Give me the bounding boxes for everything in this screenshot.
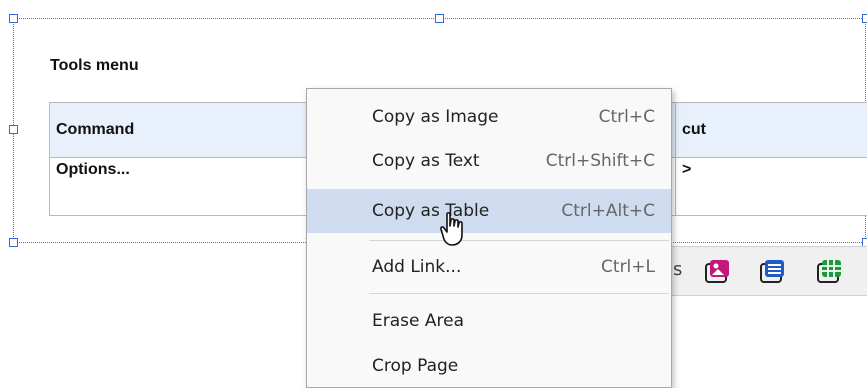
document-heading: Tools menu [50, 57, 139, 75]
menu-item-copy-as-text[interactable]: Copy as Text Ctrl+Shift+C [307, 139, 671, 183]
menu-item-label: Copy as Text [372, 151, 480, 171]
menu-item-add-link[interactable]: Add Link... Ctrl+L [307, 245, 671, 289]
menu-item-shortcut: Ctrl+Alt+C [561, 201, 655, 221]
table-icon[interactable] [815, 257, 843, 285]
cell-shortcut: > [676, 158, 867, 216]
resize-handle-bottom-left[interactable] [9, 238, 18, 247]
header-shortcut: cut [676, 103, 867, 158]
resize-handle-top-right[interactable] [862, 14, 867, 23]
context-menu: Copy as Image Ctrl+C Copy as Text Ctrl+S… [306, 88, 672, 388]
menu-item-crop-page[interactable]: Crop Page [307, 344, 671, 388]
menu-item-shortcut: Ctrl+L [601, 257, 655, 277]
menu-item-copy-as-table[interactable]: Copy as Table Ctrl+Alt+C [307, 189, 671, 233]
menu-item-copy-as-image[interactable]: Copy as Image Ctrl+C [307, 95, 671, 139]
floating-toolbar: s [640, 246, 867, 296]
header-command: Command [50, 103, 321, 158]
menu-item-label: Add Link... [372, 257, 461, 277]
menu-item-shortcut: Ctrl+C [599, 107, 655, 127]
menu-item-label: Crop Page [372, 356, 458, 376]
menu-item-label: Copy as Table [372, 201, 489, 221]
resize-handle-middle-left[interactable] [9, 125, 18, 134]
menu-item-shortcut: Ctrl+Shift+C [546, 151, 655, 171]
resize-handle-top-left[interactable] [9, 14, 18, 23]
menu-item-label: Erase Area [372, 311, 464, 331]
cell-command: Options... [50, 158, 321, 216]
hand-pointer-cursor-icon [440, 211, 466, 247]
toolbar-partial-label: s [673, 259, 682, 280]
menu-item-label: Copy as Image [372, 107, 498, 127]
resize-handle-top-middle[interactable] [435, 14, 444, 23]
menu-separator [369, 293, 669, 294]
menu-separator [369, 240, 669, 241]
text-icon[interactable] [758, 257, 786, 285]
image-icon[interactable] [703, 257, 731, 285]
menu-item-erase-area[interactable]: Erase Area [307, 299, 671, 343]
